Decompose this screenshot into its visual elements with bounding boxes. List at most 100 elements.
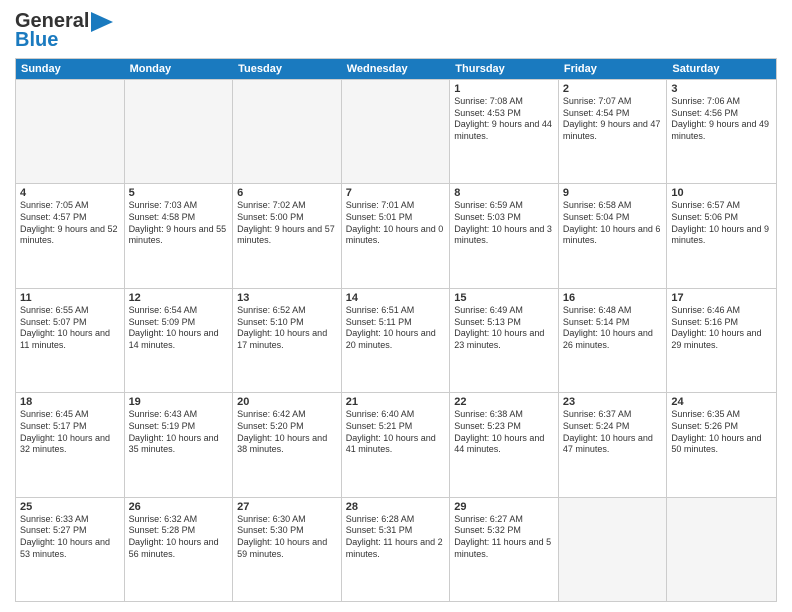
day-info: Sunrise: 6:46 AM Sunset: 5:16 PM Dayligh… xyxy=(671,305,772,352)
page: General Blue SundayMondayTuesdayWednesda… xyxy=(0,0,792,612)
day-number: 21 xyxy=(346,396,446,408)
day-number: 23 xyxy=(563,396,663,408)
day-info: Sunrise: 6:45 AM Sunset: 5:17 PM Dayligh… xyxy=(20,409,120,456)
day-cell-7: 7Sunrise: 7:01 AM Sunset: 5:01 PM Daylig… xyxy=(342,184,451,287)
day-info: Sunrise: 6:40 AM Sunset: 5:21 PM Dayligh… xyxy=(346,409,446,456)
day-number: 18 xyxy=(20,396,120,408)
header-day-saturday: Saturday xyxy=(667,59,776,79)
day-cell-16: 16Sunrise: 6:48 AM Sunset: 5:14 PM Dayli… xyxy=(559,289,668,392)
day-number: 5 xyxy=(129,187,229,199)
day-cell-4: 4Sunrise: 7:05 AM Sunset: 4:57 PM Daylig… xyxy=(16,184,125,287)
day-number: 8 xyxy=(454,187,554,199)
day-info: Sunrise: 7:02 AM Sunset: 5:00 PM Dayligh… xyxy=(237,200,337,247)
day-cell-2: 2Sunrise: 7:07 AM Sunset: 4:54 PM Daylig… xyxy=(559,80,668,183)
day-info: Sunrise: 6:58 AM Sunset: 5:04 PM Dayligh… xyxy=(563,200,663,247)
day-cell-12: 12Sunrise: 6:54 AM Sunset: 5:09 PM Dayli… xyxy=(125,289,234,392)
day-cell-22: 22Sunrise: 6:38 AM Sunset: 5:23 PM Dayli… xyxy=(450,393,559,496)
day-cell-17: 17Sunrise: 6:46 AM Sunset: 5:16 PM Dayli… xyxy=(667,289,776,392)
day-cell-27: 27Sunrise: 6:30 AM Sunset: 5:30 PM Dayli… xyxy=(233,498,342,601)
day-number: 9 xyxy=(563,187,663,199)
day-number: 12 xyxy=(129,292,229,304)
day-number: 16 xyxy=(563,292,663,304)
calendar-week-2: 4Sunrise: 7:05 AM Sunset: 4:57 PM Daylig… xyxy=(16,183,776,287)
day-info: Sunrise: 6:38 AM Sunset: 5:23 PM Dayligh… xyxy=(454,409,554,456)
day-info: Sunrise: 6:52 AM Sunset: 5:10 PM Dayligh… xyxy=(237,305,337,352)
day-cell-empty xyxy=(667,498,776,601)
day-info: Sunrise: 6:54 AM Sunset: 5:09 PM Dayligh… xyxy=(129,305,229,352)
day-info: Sunrise: 7:03 AM Sunset: 4:58 PM Dayligh… xyxy=(129,200,229,247)
day-cell-9: 9Sunrise: 6:58 AM Sunset: 5:04 PM Daylig… xyxy=(559,184,668,287)
logo-icon xyxy=(91,12,113,32)
calendar: SundayMondayTuesdayWednesdayThursdayFrid… xyxy=(15,58,777,602)
day-info: Sunrise: 6:49 AM Sunset: 5:13 PM Dayligh… xyxy=(454,305,554,352)
day-number: 19 xyxy=(129,396,229,408)
day-cell-empty xyxy=(342,80,451,183)
day-info: Sunrise: 6:33 AM Sunset: 5:27 PM Dayligh… xyxy=(20,514,120,561)
day-cell-6: 6Sunrise: 7:02 AM Sunset: 5:00 PM Daylig… xyxy=(233,184,342,287)
day-cell-11: 11Sunrise: 6:55 AM Sunset: 5:07 PM Dayli… xyxy=(16,289,125,392)
day-number: 14 xyxy=(346,292,446,304)
day-info: Sunrise: 7:06 AM Sunset: 4:56 PM Dayligh… xyxy=(671,96,772,143)
day-number: 10 xyxy=(671,187,772,199)
day-cell-empty xyxy=(125,80,234,183)
day-info: Sunrise: 6:59 AM Sunset: 5:03 PM Dayligh… xyxy=(454,200,554,247)
day-cell-3: 3Sunrise: 7:06 AM Sunset: 4:56 PM Daylig… xyxy=(667,80,776,183)
day-cell-26: 26Sunrise: 6:32 AM Sunset: 5:28 PM Dayli… xyxy=(125,498,234,601)
day-cell-1: 1Sunrise: 7:08 AM Sunset: 4:53 PM Daylig… xyxy=(450,80,559,183)
day-info: Sunrise: 6:55 AM Sunset: 5:07 PM Dayligh… xyxy=(20,305,120,352)
header-day-sunday: Sunday xyxy=(16,59,125,79)
day-cell-18: 18Sunrise: 6:45 AM Sunset: 5:17 PM Dayli… xyxy=(16,393,125,496)
day-info: Sunrise: 7:01 AM Sunset: 5:01 PM Dayligh… xyxy=(346,200,446,247)
header-day-monday: Monday xyxy=(125,59,234,79)
day-number: 11 xyxy=(20,292,120,304)
calendar-header: SundayMondayTuesdayWednesdayThursdayFrid… xyxy=(16,59,776,79)
header-day-tuesday: Tuesday xyxy=(233,59,342,79)
day-info: Sunrise: 6:51 AM Sunset: 5:11 PM Dayligh… xyxy=(346,305,446,352)
day-info: Sunrise: 6:48 AM Sunset: 5:14 PM Dayligh… xyxy=(563,305,663,352)
day-cell-20: 20Sunrise: 6:42 AM Sunset: 5:20 PM Dayli… xyxy=(233,393,342,496)
day-number: 3 xyxy=(671,83,772,95)
day-number: 25 xyxy=(20,501,120,513)
logo: General Blue xyxy=(15,10,113,52)
day-info: Sunrise: 6:28 AM Sunset: 5:31 PM Dayligh… xyxy=(346,514,446,561)
day-number: 24 xyxy=(671,396,772,408)
day-cell-19: 19Sunrise: 6:43 AM Sunset: 5:19 PM Dayli… xyxy=(125,393,234,496)
day-number: 26 xyxy=(129,501,229,513)
day-number: 7 xyxy=(346,187,446,199)
day-info: Sunrise: 6:42 AM Sunset: 5:20 PM Dayligh… xyxy=(237,409,337,456)
day-cell-5: 5Sunrise: 7:03 AM Sunset: 4:58 PM Daylig… xyxy=(125,184,234,287)
day-cell-empty xyxy=(559,498,668,601)
calendar-week-4: 18Sunrise: 6:45 AM Sunset: 5:17 PM Dayli… xyxy=(16,392,776,496)
day-number: 17 xyxy=(671,292,772,304)
day-info: Sunrise: 7:05 AM Sunset: 4:57 PM Dayligh… xyxy=(20,200,120,247)
day-cell-28: 28Sunrise: 6:28 AM Sunset: 5:31 PM Dayli… xyxy=(342,498,451,601)
day-info: Sunrise: 6:30 AM Sunset: 5:30 PM Dayligh… xyxy=(237,514,337,561)
day-number: 22 xyxy=(454,396,554,408)
day-info: Sunrise: 6:43 AM Sunset: 5:19 PM Dayligh… xyxy=(129,409,229,456)
day-number: 15 xyxy=(454,292,554,304)
calendar-week-1: 1Sunrise: 7:08 AM Sunset: 4:53 PM Daylig… xyxy=(16,79,776,183)
day-cell-8: 8Sunrise: 6:59 AM Sunset: 5:03 PM Daylig… xyxy=(450,184,559,287)
day-cell-21: 21Sunrise: 6:40 AM Sunset: 5:21 PM Dayli… xyxy=(342,393,451,496)
day-info: Sunrise: 6:35 AM Sunset: 5:26 PM Dayligh… xyxy=(671,409,772,456)
header-day-thursday: Thursday xyxy=(450,59,559,79)
day-number: 4 xyxy=(20,187,120,199)
day-info: Sunrise: 6:27 AM Sunset: 5:32 PM Dayligh… xyxy=(454,514,554,561)
day-cell-empty xyxy=(16,80,125,183)
day-info: Sunrise: 6:37 AM Sunset: 5:24 PM Dayligh… xyxy=(563,409,663,456)
day-number: 20 xyxy=(237,396,337,408)
day-info: Sunrise: 7:07 AM Sunset: 4:54 PM Dayligh… xyxy=(563,96,663,143)
day-info: Sunrise: 6:57 AM Sunset: 5:06 PM Dayligh… xyxy=(671,200,772,247)
header-day-wednesday: Wednesday xyxy=(342,59,451,79)
day-cell-23: 23Sunrise: 6:37 AM Sunset: 5:24 PM Dayli… xyxy=(559,393,668,496)
day-number: 6 xyxy=(237,187,337,199)
day-cell-25: 25Sunrise: 6:33 AM Sunset: 5:27 PM Dayli… xyxy=(16,498,125,601)
header-day-friday: Friday xyxy=(559,59,668,79)
day-cell-empty xyxy=(233,80,342,183)
day-cell-24: 24Sunrise: 6:35 AM Sunset: 5:26 PM Dayli… xyxy=(667,393,776,496)
day-number: 29 xyxy=(454,501,554,513)
day-number: 2 xyxy=(563,83,663,95)
day-info: Sunrise: 6:32 AM Sunset: 5:28 PM Dayligh… xyxy=(129,514,229,561)
day-cell-13: 13Sunrise: 6:52 AM Sunset: 5:10 PM Dayli… xyxy=(233,289,342,392)
day-number: 13 xyxy=(237,292,337,304)
